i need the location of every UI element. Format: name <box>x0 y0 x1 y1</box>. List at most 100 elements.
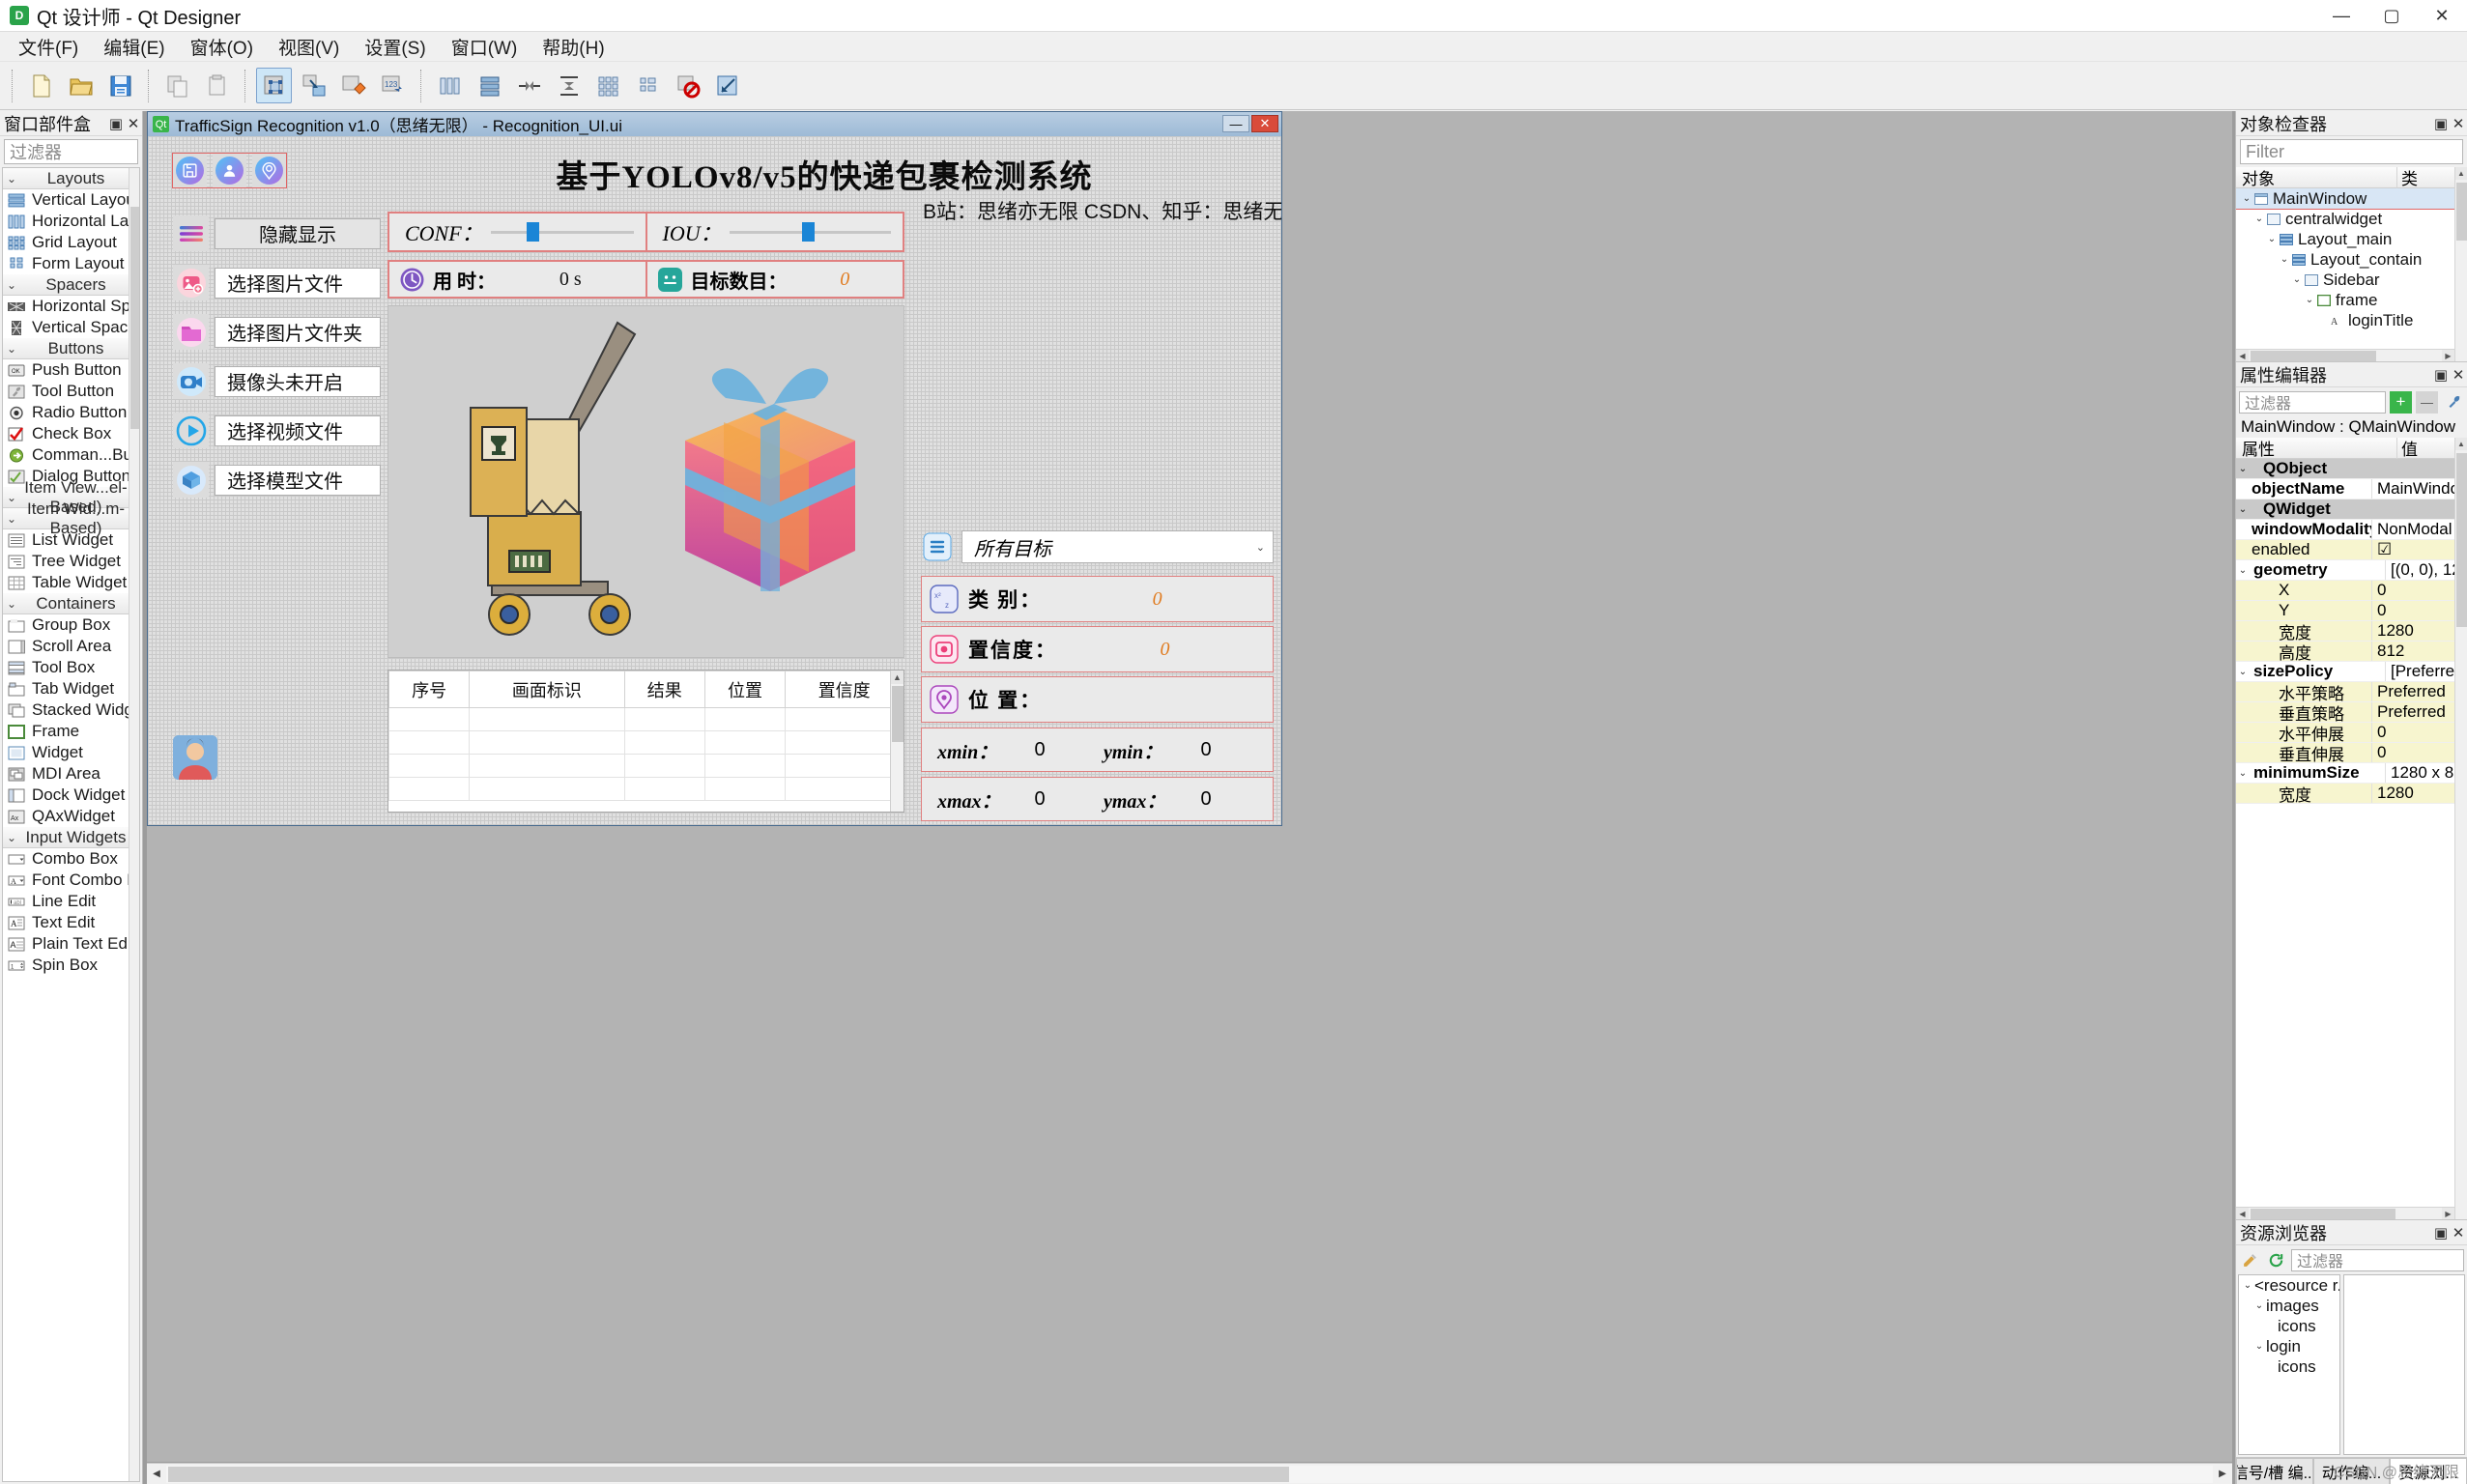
widget-item-check-box[interactable]: Check Box <box>3 423 139 444</box>
property-value[interactable]: 1280 x 812 <box>2385 763 2454 783</box>
side-button-3[interactable]: 选择图片文件夹 <box>173 314 381 350</box>
reload-resources-icon[interactable] <box>2265 1249 2287 1271</box>
open-folder-icon[interactable] <box>63 68 99 103</box>
object-tree-item-logintitle[interactable]: AloginTitle <box>2236 310 2454 330</box>
chevron-down-icon[interactable]: ⌄ <box>2252 214 2266 224</box>
table-header-cell[interactable]: 位置 <box>703 671 787 708</box>
user-round-icon[interactable] <box>213 154 246 187</box>
new-form-icon[interactable] <box>23 68 59 103</box>
property-value[interactable]: Preferred <box>2371 682 2454 701</box>
chevron-down-icon[interactable]: ⌄ <box>2303 295 2316 305</box>
property-row-x[interactable]: X0 <box>2236 581 2454 601</box>
property-row-geometry[interactable]: ⌄geometry [(0, 0), 1280 x ... <box>2236 560 2454 581</box>
side-button-5[interactable]: 选择视频文件 <box>173 413 381 448</box>
widget-item-grid-layout[interactable]: Grid Layout <box>3 232 139 253</box>
chevron-down-icon[interactable]: ⌄ <box>2252 1300 2266 1311</box>
pe-vscroll-thumb[interactable] <box>2456 453 2467 627</box>
layout-splitter-v-icon[interactable] <box>551 68 587 103</box>
object-inspector-close-button[interactable]: ✕ <box>2450 115 2467 132</box>
widget-item-table-widget[interactable]: Table Widget <box>3 572 139 593</box>
save-round-icon[interactable] <box>173 154 207 187</box>
table-header-cell[interactable]: 结果 <box>623 671 705 708</box>
target-combo-box[interactable]: 所有目标 ⌄ <box>961 530 1274 563</box>
chevron-down-icon[interactable]: ⌄ <box>3 512 20 526</box>
table-header-cell[interactable]: 置信度 <box>785 671 904 708</box>
menu-form[interactable]: 窗体(O) <box>178 30 266 64</box>
conf-slider-handle[interactable] <box>526 222 539 242</box>
widget-item-tool-button[interactable]: Tool Button <box>3 381 139 402</box>
scroll-left-arrow[interactable]: ◀ <box>2236 1207 2249 1219</box>
chevron-down-icon[interactable]: ⌄ <box>2236 565 2250 576</box>
widget-box-filter-input[interactable]: 过滤器 <box>4 139 138 164</box>
iou-slider[interactable] <box>729 222 891 242</box>
menu-edit[interactable]: 编辑(E) <box>91 30 177 64</box>
property-row-宽度[interactable]: 宽度 1280 <box>2236 784 2454 805</box>
widget-item-vertical-spacer[interactable]: Vertical Spacer <box>3 317 139 338</box>
side-button-4[interactable]: 摄像头未开启 <box>173 363 381 399</box>
layout-grid-icon[interactable] <box>590 68 626 103</box>
widget-item-form-layout[interactable]: Form Layout <box>3 253 139 274</box>
property-row-高度[interactable]: 高度 812 <box>2236 642 2454 663</box>
chevron-down-icon[interactable]: ⌄ <box>2265 234 2279 244</box>
column-property[interactable]: 属性 <box>2236 438 2396 460</box>
oi-vscroll-thumb[interactable] <box>2456 183 2467 241</box>
property-value[interactable]: 1280 <box>2371 621 2454 641</box>
property-row-qwidget[interactable]: ⌄ QWidget <box>2236 499 2454 520</box>
widget-item-frame[interactable]: Frame <box>3 721 139 742</box>
chevron-down-icon[interactable]: ⌄ <box>2236 504 2250 515</box>
widget-box-scroll-thumb[interactable] <box>130 207 139 429</box>
widget-item-group-box[interactable]: Group Box <box>3 614 139 636</box>
object-inspector-filter-input[interactable]: Filter <box>2240 139 2463 164</box>
widget-item-spin-box[interactable]: 1 Spin Box <box>3 955 139 976</box>
property-value[interactable]: 1280 <box>2371 784 2454 803</box>
info-round-icon[interactable] <box>252 154 286 187</box>
menu-window[interactable]: 窗口(W) <box>439 30 531 64</box>
chevron-down-icon[interactable]: ⌄ <box>2252 1341 2266 1352</box>
property-editor-close-button[interactable]: ✕ <box>2450 366 2467 384</box>
property-row-objectname[interactable]: objectName MainWindow <box>2236 479 2454 499</box>
scroll-up-arrow[interactable]: ▲ <box>2455 167 2467 180</box>
chevron-down-icon[interactable]: ⌄ <box>2290 274 2304 285</box>
property-value[interactable]: 0 <box>2371 743 2454 762</box>
object-inspector-float-button[interactable]: ▣ <box>2432 115 2450 132</box>
widget-item-horizontal-spacer[interactable]: Horizontal Spacer <box>3 296 139 317</box>
table-row[interactable] <box>387 754 904 778</box>
property-editor-rows[interactable]: ⌄ QObject objectName MainWindow ⌄ QWidget wind… <box>2236 459 2454 1207</box>
widget-item-stacked-widget[interactable]: Stacked Widget <box>3 699 139 721</box>
chevron-down-icon[interactable]: ⌄ <box>3 172 20 186</box>
conf-slider[interactable] <box>490 222 634 242</box>
object-tree-item-sidebar[interactable]: ⌄ Sidebar <box>2236 270 2454 290</box>
resource-browser-filter-input[interactable]: 过滤器 <box>2291 1248 2464 1271</box>
scroll-up-arrow[interactable]: ▲ <box>891 671 904 684</box>
widget-item-text-edit[interactable]: A Text Edit <box>3 912 139 933</box>
results-table[interactable]: 序号 画面标识 结果 位置 置信度 ▲ <box>387 670 904 813</box>
property-editor-vscrollbar[interactable]: ▲ <box>2454 438 2467 1219</box>
chevron-down-icon[interactable]: ⌄ <box>3 491 20 504</box>
resource-tree-item-images[interactable]: ⌄ images <box>2239 1296 2339 1316</box>
form-minimize-button[interactable]: — <box>1222 115 1249 132</box>
mdi-horizontal-scrollbar[interactable]: ◀ ▶ <box>147 1463 2232 1484</box>
property-value[interactable]: 0 <box>2371 601 2454 620</box>
edit-tab-order-icon[interactable]: 123 <box>375 68 411 103</box>
resource-tree-item-icons[interactable]: icons <box>2239 1356 2339 1377</box>
chevron-down-icon[interactable]: ⌄ <box>3 342 20 356</box>
property-row-qobject[interactable]: ⌄ QObject <box>2236 459 2454 479</box>
table-row[interactable] <box>387 707 904 731</box>
edit-buddies-icon[interactable] <box>335 68 371 103</box>
widget-item-horizontal-layout[interactable]: Horizontal Layout <box>3 211 139 232</box>
edit-widgets-icon[interactable] <box>256 68 292 103</box>
widget-item-scroll-area[interactable]: Scroll Area <box>3 636 139 657</box>
side-button-6[interactable]: 选择模型文件 <box>173 462 381 498</box>
widget-box-close-button[interactable]: ✕ <box>125 115 142 132</box>
results-scroll-thumb[interactable] <box>892 686 904 742</box>
widget-item-dock-widget[interactable]: Dock Widget <box>3 785 139 806</box>
copy-icon[interactable] <box>159 68 195 103</box>
property-value[interactable]: [Preferred, Pre... <box>2385 662 2454 681</box>
chevron-down-icon[interactable]: ⌄ <box>1256 541 1265 554</box>
widget-item-widget[interactable]: Widget <box>3 742 139 763</box>
widget-item-comman-button[interactable]: Comman...Button <box>3 444 139 466</box>
pe-hscroll-thumb[interactable] <box>2251 1208 2395 1219</box>
widget-item-font-combo-box[interactable]: A Font Combo Box <box>3 870 139 891</box>
widget-item-plain-text-edit[interactable]: A Plain Text Edit <box>3 933 139 955</box>
close-button[interactable]: ✕ <box>2417 0 2467 32</box>
